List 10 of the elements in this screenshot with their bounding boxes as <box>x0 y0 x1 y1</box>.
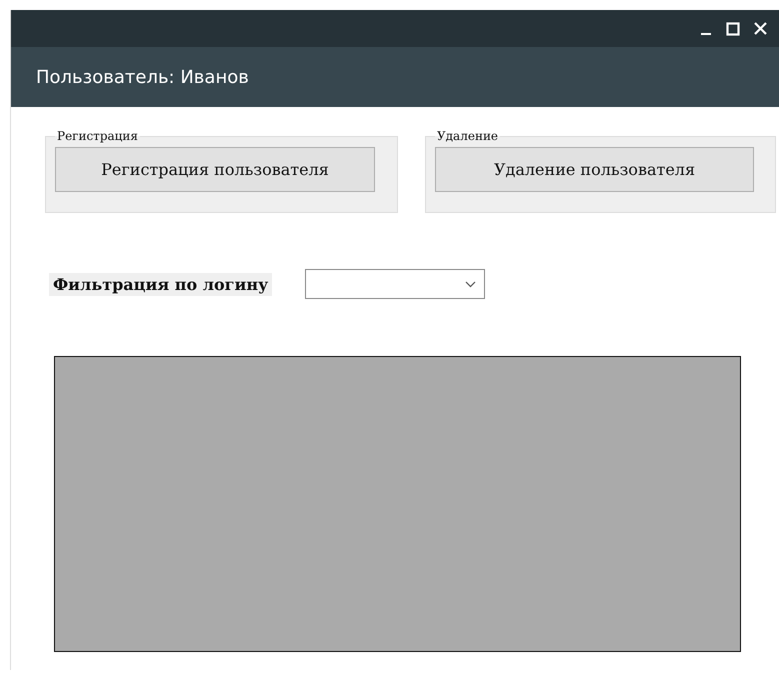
login-dropdown[interactable] <box>305 269 486 299</box>
window-title: Пользователь: Иванов <box>36 66 249 88</box>
group-legend: Удаление <box>435 129 500 143</box>
close-icon[interactable] <box>754 22 767 35</box>
group-legend: Регистрация <box>55 129 140 143</box>
action-button[interactable]: Регистрация пользователя <box>55 147 375 192</box>
chevron-down-icon <box>465 280 476 288</box>
action-button[interactable]: Удаление пользователя <box>435 147 754 192</box>
filter-label: Фильтрация по логину <box>49 272 272 296</box>
maximize-icon[interactable] <box>726 22 740 36</box>
